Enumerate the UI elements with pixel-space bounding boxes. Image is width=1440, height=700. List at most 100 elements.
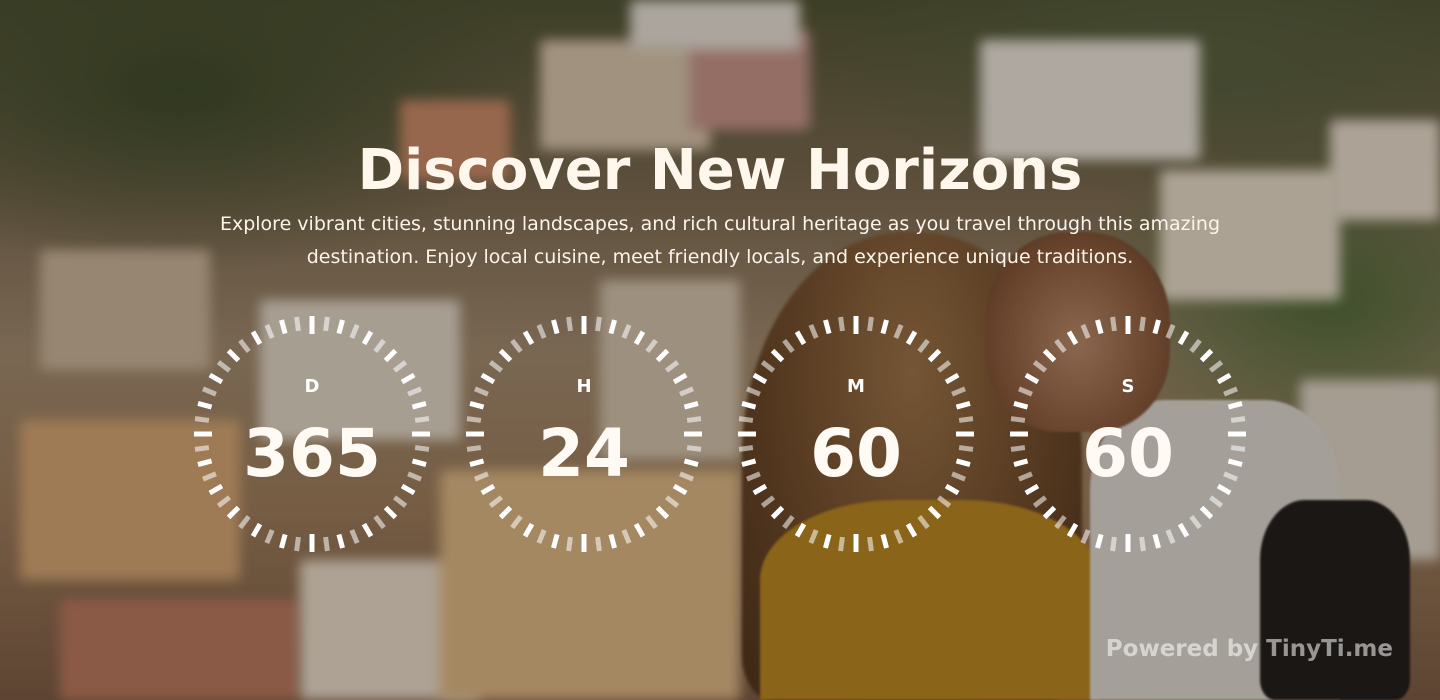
tick-mark — [197, 401, 213, 410]
tick-mark — [1177, 522, 1190, 538]
tick-mark — [469, 401, 485, 410]
tick-mark — [823, 319, 832, 335]
tick-mark — [1013, 401, 1029, 410]
tick-mark — [760, 495, 776, 508]
tick-mark — [782, 338, 795, 354]
powered-by-link[interactable]: Powered by TinyTi.me — [1106, 636, 1393, 662]
tick-mark — [664, 360, 680, 373]
tick-mark — [1152, 533, 1161, 549]
tick-mark — [279, 319, 288, 335]
tick-mark — [880, 319, 889, 335]
tick-mark — [250, 522, 263, 538]
countdown-hours: H 24 — [462, 312, 706, 556]
tick-mark — [1042, 348, 1057, 363]
tick-mark — [794, 522, 807, 538]
tick-mark — [782, 514, 795, 530]
tick-mark — [1054, 514, 1067, 530]
hours-value: 24 — [538, 415, 630, 492]
tick-mark — [595, 536, 602, 552]
minutes-value: 60 — [810, 415, 902, 492]
tick-mark — [488, 360, 504, 373]
tick-mark — [336, 533, 345, 549]
tick-mark — [893, 529, 904, 544]
tick-mark — [226, 505, 241, 520]
tick-mark — [905, 330, 918, 346]
tick-mark — [1032, 360, 1048, 373]
tick-mark — [1177, 330, 1190, 346]
tick-mark — [498, 505, 513, 520]
tick-mark — [838, 536, 845, 552]
tick-mark — [1095, 319, 1104, 335]
hero-section: Discover New Horizons Explore vibrant ci… — [0, 0, 1440, 700]
tick-mark — [838, 316, 845, 332]
tick-mark — [608, 533, 617, 549]
tick-mark — [794, 330, 807, 346]
tick-mark — [1032, 495, 1048, 508]
countdown-timer: D 365 H 24 M 60 S 60 — [0, 312, 1440, 556]
tick-mark — [1165, 529, 1176, 544]
tick-mark — [1110, 536, 1117, 552]
tick-mark — [510, 514, 523, 530]
tick-mark — [294, 536, 301, 552]
tick-mark — [226, 348, 241, 363]
tick-mark — [867, 536, 874, 552]
tick-mark — [279, 533, 288, 549]
tick-mark — [336, 319, 345, 335]
tick-mark — [1189, 338, 1202, 354]
hero-description-line-1: Explore vibrant cities, stunning landsca… — [219, 213, 1221, 235]
page-title: Discover New Horizons — [357, 138, 1083, 203]
tick-mark — [264, 324, 275, 339]
tick-mark — [664, 495, 680, 508]
tick-mark — [238, 338, 251, 354]
tick-mark — [510, 338, 523, 354]
seconds-value: 60 — [1082, 415, 1174, 492]
tick-mark — [645, 338, 658, 354]
tick-mark — [808, 324, 819, 339]
tick-mark — [264, 529, 275, 544]
tick-mark — [760, 360, 776, 373]
tick-mark — [955, 401, 971, 410]
tick-mark — [566, 316, 573, 332]
tick-mark — [621, 529, 632, 544]
tick-mark — [1139, 536, 1146, 552]
tick-mark — [566, 536, 573, 552]
tick-mark — [323, 316, 330, 332]
tick-mark — [349, 324, 360, 339]
tick-mark — [1080, 324, 1091, 339]
tick-mark — [1227, 401, 1243, 410]
tick-mark — [741, 401, 757, 410]
tick-mark — [1080, 529, 1091, 544]
tick-mark — [361, 522, 374, 538]
tick-mark — [893, 324, 904, 339]
tick-mark — [392, 495, 408, 508]
tick-mark — [498, 348, 513, 363]
tick-mark — [1054, 338, 1067, 354]
tick-mark — [917, 338, 930, 354]
tick-mark — [823, 533, 832, 549]
tick-mark — [645, 514, 658, 530]
tick-mark — [216, 360, 232, 373]
tick-mark — [608, 319, 617, 335]
tick-mark — [633, 522, 646, 538]
tick-mark — [867, 316, 874, 332]
tick-mark — [392, 360, 408, 373]
tick-mark — [551, 319, 560, 335]
hours-label: H — [576, 376, 592, 397]
tick-mark — [905, 522, 918, 538]
tick-mark — [936, 495, 952, 508]
tick-mark — [1199, 505, 1214, 520]
tick-mark — [595, 316, 602, 332]
tick-mark — [1152, 319, 1161, 335]
tick-mark — [770, 505, 785, 520]
tick-mark — [808, 529, 819, 544]
hero-description-line-2: destination. Enjoy local cuisine, meet f… — [306, 246, 1134, 268]
tick-mark — [522, 522, 535, 538]
tick-mark — [551, 533, 560, 549]
tick-mark — [216, 495, 232, 508]
tick-mark — [1095, 533, 1104, 549]
tick-mark — [373, 338, 386, 354]
tick-mark — [361, 330, 374, 346]
tick-mark — [522, 330, 535, 346]
tick-mark — [1110, 316, 1117, 332]
tick-mark — [488, 495, 504, 508]
